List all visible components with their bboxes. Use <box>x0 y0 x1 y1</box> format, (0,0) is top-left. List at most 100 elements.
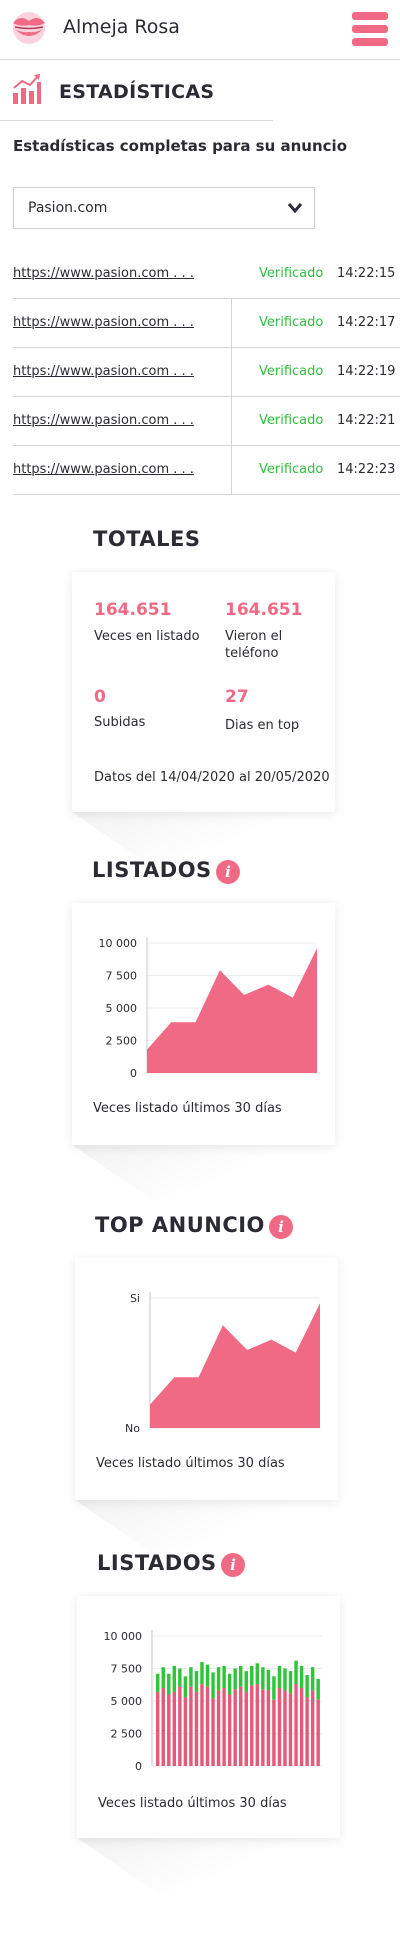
info-icon[interactable]: i <box>221 1553 245 1577</box>
bar-segment-green <box>233 1668 237 1690</box>
card-shadow <box>72 1145 322 1205</box>
divider <box>231 446 232 495</box>
stat-value: 164.651 <box>225 600 303 620</box>
bar-segment-green <box>283 1668 287 1691</box>
url-list: https://www.pasion.com . . . Verificado … <box>13 250 400 495</box>
stat-value: 164.651 <box>94 600 172 620</box>
app-name: Almeja Rosa <box>63 16 180 38</box>
y-tick-label: 10 000 <box>104 1630 143 1643</box>
stat-label: Dias en top <box>225 718 300 733</box>
bar-segment-red <box>316 1699 320 1766</box>
bar-segment-red <box>244 1691 248 1766</box>
top-anuncio-title: TOP ANUNCIO <box>95 1213 265 1237</box>
page-title: ESTADÍSTICAS <box>59 81 215 103</box>
bar-segment-red <box>156 1691 160 1766</box>
bar-segment-red <box>250 1685 254 1766</box>
bar-segment-green <box>183 1676 188 1698</box>
bar-segment-red <box>277 1688 282 1766</box>
bar-segment-red <box>189 1686 193 1766</box>
status-badge: Verificado <box>259 315 324 330</box>
bar-segment-red <box>233 1689 237 1766</box>
status-badge: Verificado <box>259 266 324 281</box>
bar-segment-green <box>244 1671 248 1692</box>
list-item: https://www.pasion.com . . . Verificado … <box>13 397 400 446</box>
bar-segment-red <box>200 1684 204 1766</box>
bar-segment-green <box>294 1660 298 1685</box>
y-tick-label: 2 500 <box>106 1035 138 1048</box>
listados-area-chart: 10 000 7 500 5 000 2 500 0 <box>99 937 318 1080</box>
y-tick-label: 0 <box>135 1760 142 1773</box>
bar-segment-red <box>305 1697 309 1766</box>
bar-segment-green <box>305 1675 309 1698</box>
y-tick-label: Si <box>130 1292 140 1305</box>
bar-segment-green <box>288 1671 293 1694</box>
bar-segment-red <box>216 1690 221 1766</box>
status-badge: Verificado <box>259 462 324 477</box>
bar-segment-green <box>216 1667 221 1691</box>
timestamp: 14:22:21 <box>337 413 396 428</box>
bar-segment-green <box>172 1665 177 1692</box>
bar-segment-green <box>194 1671 199 1692</box>
info-icon[interactable]: i <box>269 1215 293 1239</box>
status-badge: Verificado <box>259 364 324 379</box>
bar-segment-green <box>211 1672 215 1699</box>
bar-segment-green <box>239 1665 243 1687</box>
chart-caption: Veces listado últimos 30 días <box>98 1796 287 1811</box>
url-link[interactable]: https://www.pasion.com . . . <box>13 364 194 379</box>
url-link[interactable]: https://www.pasion.com . . . <box>13 413 194 428</box>
status-badge: Verificado <box>259 413 324 428</box>
top-anuncio-area-chart: Si No <box>125 1292 321 1435</box>
bar-segment-green <box>178 1668 182 1687</box>
bar-segment-green <box>189 1667 193 1687</box>
chevron-down-icon <box>287 203 303 214</box>
bar-segment-green <box>205 1664 210 1687</box>
stat-label: Vieron el teléfono <box>225 629 283 661</box>
totales-card: 164.651 Veces en listado 164.651 Vieron … <box>72 572 335 812</box>
bar-segment-green <box>310 1667 315 1691</box>
bar-segment-red <box>272 1699 276 1766</box>
bar-segment-red <box>299 1688 304 1766</box>
url-link[interactable]: https://www.pasion.com . . . <box>13 315 194 330</box>
url-link[interactable]: https://www.pasion.com . . . <box>13 462 194 477</box>
lips-logo-icon[interactable] <box>10 11 48 45</box>
hamburger-menu-icon[interactable] <box>352 12 388 46</box>
top-anuncio-card: Si No Veces listado últimos 30 días <box>75 1258 338 1500</box>
y-tick-label: 7 500 <box>111 1663 143 1676</box>
listados-card: 10 000 7 500 5 000 2 500 0 Veces listado últ… <box>72 903 335 1145</box>
timestamp: 14:22:15 <box>337 266 396 281</box>
info-icon[interactable]: i <box>216 860 240 884</box>
listados-bars-title: LISTADOS <box>97 1551 217 1575</box>
bar-segment-red <box>183 1697 188 1766</box>
timestamp: 14:22:19 <box>337 364 396 379</box>
bar-segment-red <box>167 1694 171 1766</box>
card-shadow <box>77 1838 327 1898</box>
bar-segment-red <box>178 1686 182 1766</box>
divider <box>231 348 232 397</box>
bar-segment-green <box>156 1673 160 1692</box>
totales-title: TOTALES <box>93 527 201 551</box>
bar-chart-icon <box>13 74 41 104</box>
y-tick-label: 5 000 <box>111 1695 143 1708</box>
y-tick-label: 0 <box>130 1067 137 1080</box>
page-subtitle: Estadísticas completas para su anuncio <box>13 137 347 155</box>
bar-segment-green <box>250 1665 254 1686</box>
bar-segment-green <box>272 1676 276 1700</box>
bar-segment-green <box>261 1667 265 1690</box>
bar-segment-red <box>172 1691 177 1766</box>
bar-segment-green <box>227 1673 232 1695</box>
y-tick-label: No <box>125 1422 140 1435</box>
bar-segment-green <box>255 1663 260 1685</box>
bar-segment-red <box>161 1688 165 1766</box>
site-select[interactable]: Pasion.com <box>13 187 315 229</box>
bar-segment-red <box>239 1686 243 1766</box>
bar-segment-red <box>294 1684 298 1766</box>
bar-segment-green <box>266 1669 271 1691</box>
timestamp: 14:22:23 <box>337 462 396 477</box>
url-link[interactable]: https://www.pasion.com . . . <box>13 266 194 281</box>
bar-segment-red <box>205 1686 210 1766</box>
timestamp: 14:22:17 <box>337 315 396 330</box>
divider <box>231 397 232 446</box>
bar-segment-red <box>211 1698 215 1766</box>
list-item: https://www.pasion.com . . . Verificado … <box>13 348 400 397</box>
listados-bars-card: 10 000 7 500 5 000 2 500 0 Veces listado últ… <box>77 1596 340 1838</box>
